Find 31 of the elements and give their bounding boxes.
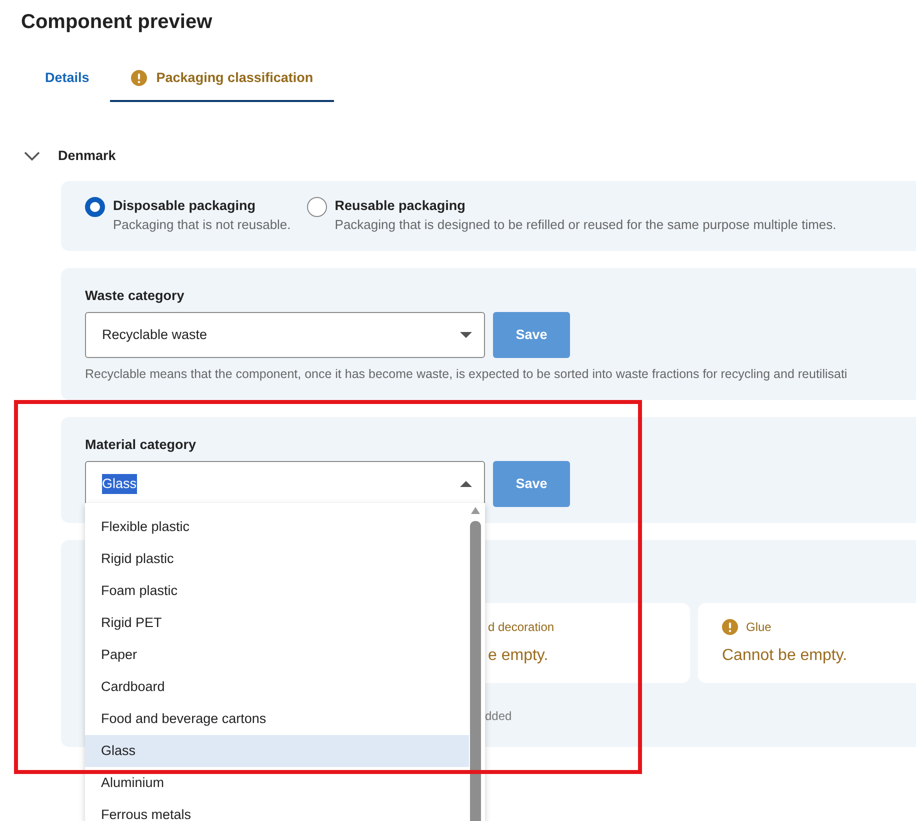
dropdown-option[interactable]: Glass	[85, 734, 469, 766]
dropdown-option[interactable]: Flexible plastic	[85, 510, 469, 542]
dropdown-option[interactable]: Paper	[85, 638, 469, 670]
card-label: d decoration	[488, 618, 554, 636]
dropdown-option[interactable]: Food and beverage cartons	[85, 702, 469, 734]
dropdown-option[interactable]: Cardboard	[85, 670, 469, 702]
dropdown-option[interactable]: Rigid plastic	[85, 542, 469, 574]
select-field[interactable]: Recyclable waste	[85, 312, 485, 358]
tab[interactable]: Packaging classification	[110, 68, 334, 102]
card-label: Glue	[746, 618, 772, 636]
radio-button[interactable]	[85, 196, 105, 216]
option-description: Packaging that is designed to be refilled or reused for the same purpose multiple times.	[334, 216, 836, 234]
dropdown-option[interactable]: Rigid PET	[85, 606, 469, 638]
option-description: Packaging that is not reusable.	[113, 216, 291, 234]
page-title: Component preview	[21, 10, 214, 34]
dropdown-option[interactable]: Foam plastic	[85, 574, 469, 606]
note-text: dded	[485, 708, 513, 725]
tab[interactable]: Details	[24, 68, 110, 102]
help-text: Recyclable means that the component, once it has become waste, is expected to be sorted into waste fractions for recycling and reutilisati	[85, 366, 848, 383]
error-message: Cannot be empty.	[722, 646, 848, 666]
dropdown-option[interactable]: Ferrous metals	[85, 798, 469, 821]
scrollbar-thumb[interactable]	[470, 520, 481, 821]
caret-icon	[460, 330, 472, 339]
dropdown-option[interactable]: Aluminium	[85, 766, 469, 798]
option-label: Disposable packaging	[113, 196, 257, 214]
option-label: Reusable packaging	[334, 196, 466, 214]
error-message: e empty.	[488, 646, 550, 666]
section-title[interactable]: Denmark	[58, 146, 116, 166]
radio-button[interactable]	[306, 196, 327, 216]
field-label: Material category	[85, 436, 198, 454]
field-label: Waste category	[85, 286, 186, 305]
